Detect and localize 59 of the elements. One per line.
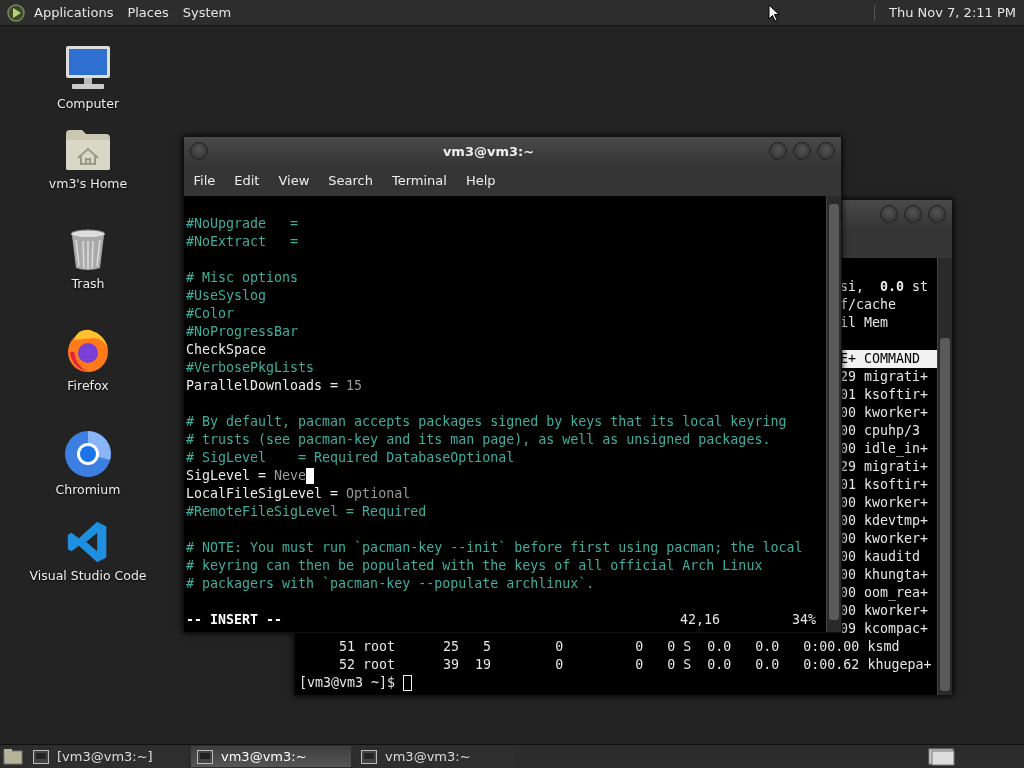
menu-item[interactable]: Search — [318, 173, 383, 188]
desktop-icon-label[interactable]: vm3's Home — [48, 176, 128, 191]
desktop-icon-label[interactable]: Chromium — [55, 482, 121, 497]
panel-menu[interactable]: Places — [127, 5, 169, 20]
menu-item[interactable]: View — [268, 173, 319, 188]
scrollbar[interactable] — [937, 258, 952, 695]
terminal-icon — [197, 749, 213, 764]
panel-menu[interactable]: System — [182, 5, 232, 20]
code-line: #Color — [186, 305, 235, 323]
code-line: #VerbosePkgLists — [186, 359, 315, 377]
menu-item[interactable]: Terminal — [382, 173, 457, 188]
code-line: # By default, pacman accepts packages signed by keys that its local keyring — [186, 413, 787, 431]
code-line: # SigLevel = Required DatabaseOptional — [186, 449, 515, 467]
menu-item[interactable]: Edit — [224, 173, 269, 188]
home-folder-icon[interactable] — [64, 128, 112, 172]
mouse-pointer-icon — [768, 4, 780, 22]
desktop-icon-label[interactable]: Firefox — [67, 378, 109, 393]
code-line: #UseSyslog — [186, 287, 267, 305]
play-logo-icon[interactable] — [6, 2, 26, 23]
terminal-icon — [361, 749, 377, 764]
code-line: #NoExtract = — [186, 233, 299, 251]
desktop-icon-label[interactable]: Trash — [71, 276, 105, 291]
code-line: LocalFileSigLevel = Optional — [186, 485, 411, 503]
menu-item[interactable]: File — [184, 173, 225, 188]
terminal-line: il Mem — [840, 314, 890, 332]
terminal-line: 51 root 25 5 0 0 0 S 0.0 0.0 0:00.00 ksmd — [338, 638, 901, 656]
code-line: # trusts (see pacman-key and its man page), as well as unsigned packages. — [186, 431, 771, 449]
code-line: # packagers with `pacman-key --populate archlinux`. — [186, 575, 595, 593]
clock[interactable]: Thu Nov 7, 2:11 PM — [889, 5, 1016, 20]
cursor-position: 42,16 — [680, 611, 722, 629]
panel-menu[interactable]: Applications — [34, 5, 114, 20]
text-cursor — [403, 675, 413, 691]
code-line: SigLevel = Neve — [186, 467, 307, 485]
menu-item[interactable]: Help — [456, 173, 506, 188]
workspace-switcher-icon[interactable] — [928, 747, 956, 766]
code-line: # keyring can then be populated with the keys of all official Arch Linux — [186, 557, 763, 575]
terminal-line: f/cache — [840, 296, 898, 314]
ring-icon[interactable] — [64, 430, 112, 478]
editor-mode: -- INSERT -- — [186, 611, 283, 629]
taskbar-button[interactable]: vm3@vm3:~ — [191, 746, 351, 767]
desktop-icon-label[interactable]: Visual Studio Code — [29, 568, 147, 583]
scrollbar[interactable] — [826, 196, 841, 632]
show-desktop-icon[interactable] — [3, 747, 23, 766]
code-line: CheckSpace — [186, 341, 267, 359]
computer-icon[interactable] — [63, 44, 113, 92]
window-title: vm3@vm3:~ — [442, 143, 535, 159]
code-line: #RemoteFileSigLevel = Required — [186, 503, 427, 521]
code-line: #NoProgressBar — [186, 323, 299, 341]
code-line: # NOTE: You must run `pacman-key --init` before first using pacman; the local — [186, 539, 803, 557]
code-line: #NoUpgrade = — [186, 215, 299, 233]
code-line: ParallelDownloads = 15 — [186, 377, 363, 395]
terminal-line: 52 root 39 19 0 0 0 S 0.0 0.0 0:00.62 khugepa+ — [338, 656, 933, 674]
terminal-icon — [33, 749, 49, 764]
code-line: # Misc options — [186, 269, 299, 287]
shell-prompt: [vm3@vm3 ~]$ — [299, 674, 397, 692]
trash-icon[interactable] — [68, 228, 108, 272]
terminal-line: si, 0.0 st — [840, 278, 930, 296]
scroll-percent: 34% — [792, 611, 818, 629]
desktop-icon-label[interactable]: Computer — [56, 96, 120, 111]
